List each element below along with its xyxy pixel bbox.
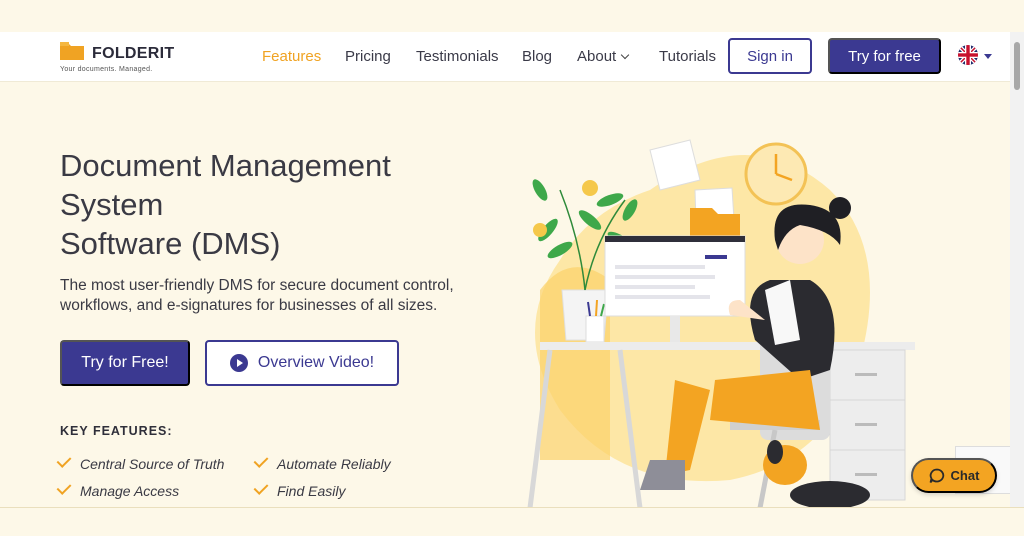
overview-video-label: Overview Video! [257, 354, 375, 371]
hero-subtitle: The most user-friendly DMS for secure do… [60, 277, 454, 314]
chat-bubble-icon [929, 468, 944, 483]
feature-label: Manage Access [80, 483, 180, 499]
nav-pricing[interactable]: Pricing [345, 48, 391, 65]
hero-title-line-3: Software (DMS) [60, 226, 281, 261]
chat-button[interactable]: Chat [911, 458, 997, 493]
sign-in-button[interactable]: Sign in [728, 38, 812, 74]
feature-label: Automate Reliably [277, 456, 391, 472]
uk-flag-icon [958, 45, 978, 65]
feature-item: Find Easily [253, 480, 346, 499]
logo-tagline: Your documents. Managed. [60, 66, 153, 73]
nav-about-label: About [577, 48, 617, 65]
try-for-free-button[interactable]: Try for free [828, 38, 941, 74]
nav-testimonials[interactable]: Testimonials [416, 48, 499, 65]
folder-logo-icon [60, 42, 84, 60]
hero-title-line-1: Document Management [60, 148, 391, 183]
nav-blog[interactable]: Blog [522, 48, 552, 65]
key-features-heading: KEY FEATURES: [60, 424, 173, 438]
nav-features[interactable]: Features [262, 48, 321, 65]
language-selector[interactable] [957, 44, 979, 71]
check-icon [253, 453, 269, 468]
logo-text: FOLDERIT [92, 45, 175, 62]
feature-label: Find Easily [277, 483, 346, 499]
hero-title: Document Management System Software (DMS… [60, 146, 460, 263]
overview-video-button[interactable]: Overview Video! [205, 340, 399, 386]
caret-down-icon[interactable] [984, 54, 992, 59]
nav-about[interactable]: About [577, 48, 630, 65]
scrollbar[interactable] [1010, 32, 1024, 507]
top-band [0, 0, 1024, 32]
nav-tutorials[interactable]: Tutorials [659, 48, 716, 65]
feature-item: Central Source of Truth [56, 453, 225, 472]
check-icon [56, 453, 72, 468]
navbar: FOLDERIT Your documents. Managed. Featur… [0, 32, 1010, 82]
feature-item: Manage Access [56, 480, 180, 499]
hero-illustration [527, 139, 915, 508]
check-icon [253, 480, 269, 495]
try-for-free-cta[interactable]: Try for Free! [60, 340, 190, 386]
bottom-band [0, 507, 1024, 536]
feature-item: Automate Reliably [253, 453, 391, 472]
play-circle-icon [229, 354, 248, 372]
chat-label: Chat [950, 468, 980, 483]
feature-label: Central Source of Truth [80, 456, 225, 472]
scrollbar-thumb[interactable] [1014, 42, 1020, 90]
hero-title-line-2: System [60, 187, 164, 222]
chevron-down-icon [620, 50, 630, 60]
check-icon [56, 480, 72, 495]
